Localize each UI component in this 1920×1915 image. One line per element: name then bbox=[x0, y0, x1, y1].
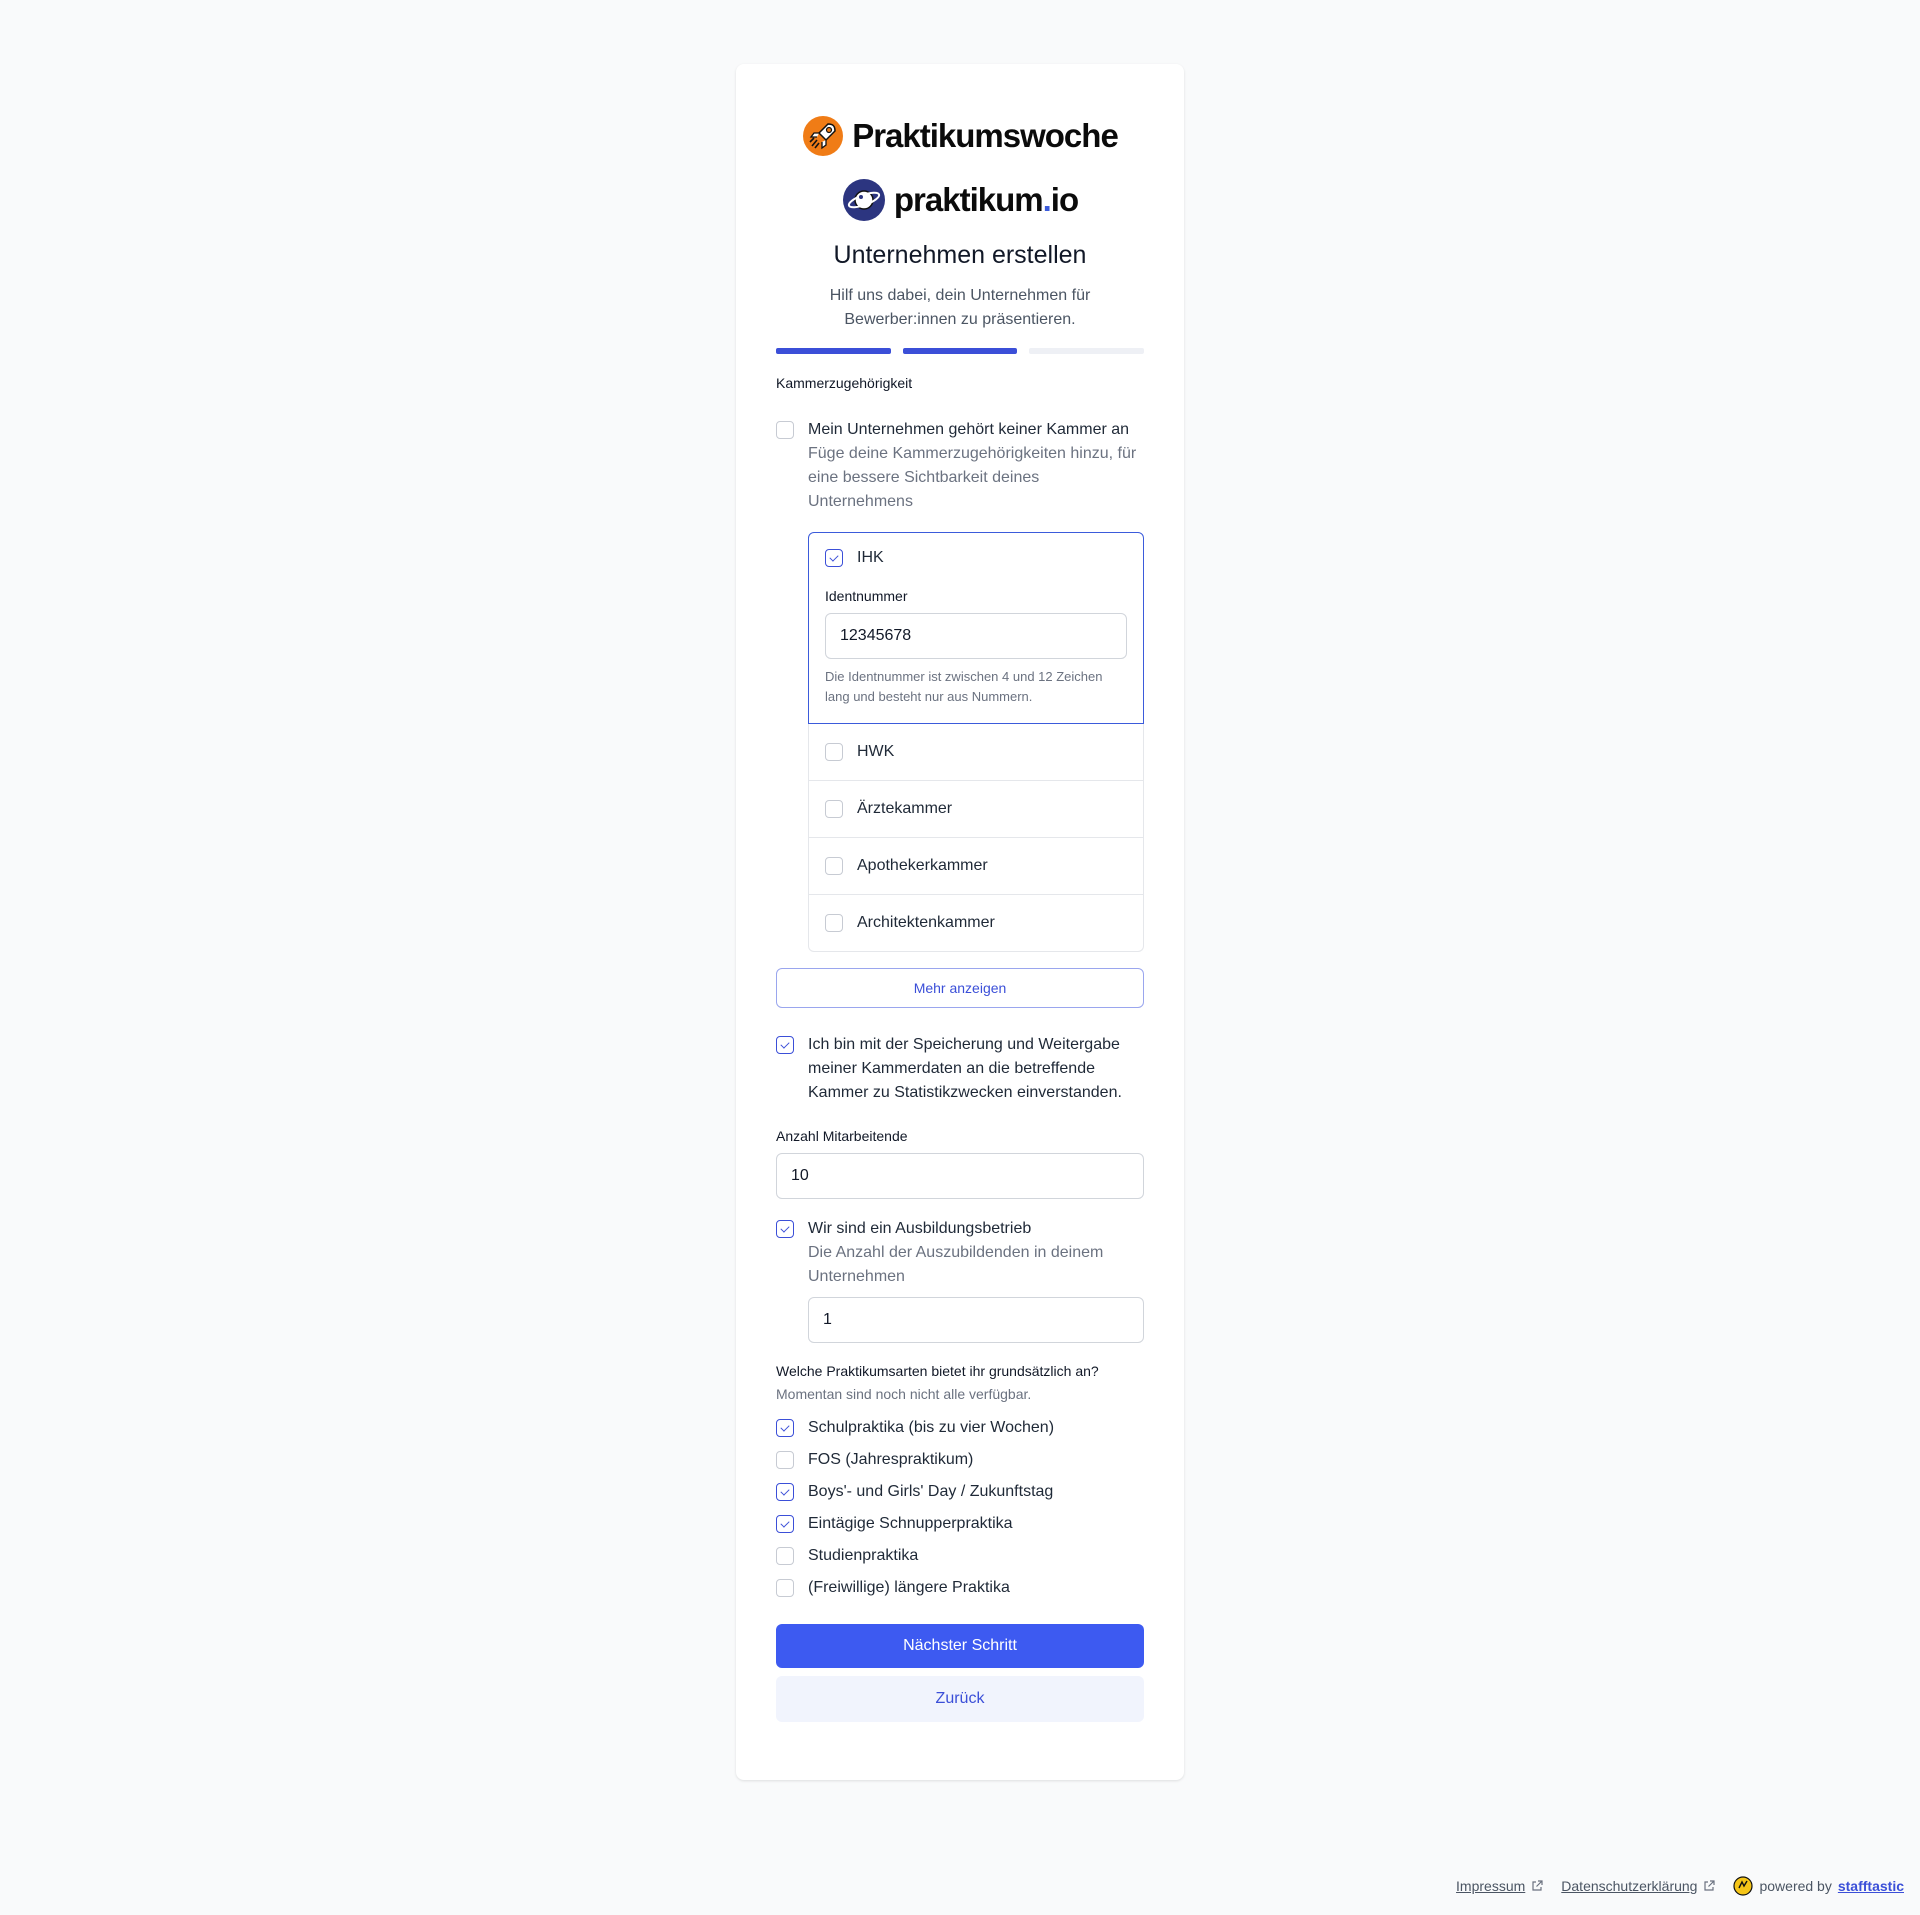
no-kammer-label: Mein Unternehmen gehört keiner Kammer an bbox=[808, 421, 1130, 438]
progress-step-1 bbox=[776, 348, 891, 354]
page-footer: Impressum Datenschutzerklärung powered b… bbox=[1456, 1876, 1904, 1896]
type-option-schulpraktika[interactable]: Schulpraktika (bis zu vier Wochen) bbox=[776, 1416, 1144, 1440]
types-label: Welche Praktikumsarten bietet ihr grunds… bbox=[776, 1363, 1099, 1379]
rocket-logo-icon bbox=[803, 116, 844, 156]
brand2-dot: . bbox=[1042, 181, 1052, 218]
ihk-header[interactable]: IHK bbox=[825, 549, 1127, 567]
step-progress bbox=[776, 348, 1145, 354]
architektenkammer-checkbox[interactable] bbox=[825, 914, 843, 932]
praktikum-types-list: Schulpraktika (bis zu vier Wochen) FOS (… bbox=[776, 1416, 1144, 1600]
kammer-item-apothekerkammer[interactable]: Apothekerkammer bbox=[808, 838, 1144, 895]
apprentices-input[interactable]: 1 bbox=[808, 1297, 1144, 1343]
brand2-tld: io bbox=[1050, 181, 1079, 218]
kammer-item-hwk[interactable]: HWK bbox=[808, 724, 1144, 781]
type-option-boys-girls-day[interactable]: Boys'- und Girls' Day / Zukunftstag bbox=[776, 1480, 1144, 1504]
training-checkbox[interactable] bbox=[776, 1220, 794, 1238]
progress-step-2 bbox=[902, 348, 1018, 354]
employees-label: Anzahl Mitarbeitende bbox=[776, 1128, 908, 1144]
studienpraktika-label: Studienpraktika bbox=[808, 1547, 919, 1564]
show-more-button[interactable]: Mehr anzeigen bbox=[776, 968, 1144, 1008]
powered-by: powered by stafftastic bbox=[1733, 1876, 1904, 1896]
kammer-list: IHK Identnummer 12345678 Die Identnummer… bbox=[808, 532, 1144, 952]
identnummer-input[interactable]: 12345678 bbox=[825, 613, 1127, 659]
powered-by-label: powered by bbox=[1759, 1878, 1832, 1894]
apothekerkammer-checkbox[interactable] bbox=[825, 857, 843, 875]
schnupperpraktika-checkbox[interactable] bbox=[776, 1515, 794, 1533]
schulpraktika-label: Schulpraktika (bis zu vier Wochen) bbox=[808, 1419, 1055, 1436]
brand-praktikum-io: praktikum.io bbox=[893, 181, 1079, 219]
consent-checkbox[interactable] bbox=[776, 1036, 794, 1054]
fos-label: FOS (Jahrespraktikum) bbox=[808, 1451, 974, 1468]
training-option[interactable]: Wir sind ein Ausbildungsbetrieb Die Anza… bbox=[776, 1217, 1144, 1289]
ihk-checkbox[interactable] bbox=[825, 549, 843, 567]
page-title: Unternehmen erstellen bbox=[833, 241, 1087, 269]
datenschutz-link[interactable]: Datenschutzerklärung bbox=[1561, 1878, 1716, 1894]
kammer-item-ihk: IHK Identnummer 12345678 Die Identnummer… bbox=[808, 532, 1144, 724]
datenschutz-label: Datenschutzerklärung bbox=[1561, 1878, 1698, 1894]
no-kammer-checkbox[interactable] bbox=[776, 421, 794, 439]
aerztekammer-checkbox[interactable] bbox=[825, 800, 843, 818]
praktikumswoche-logo: Praktikumswoche bbox=[776, 112, 1144, 160]
brand-praktikumswoche: Praktikumswoche bbox=[852, 117, 1119, 154]
consent-label: Ich bin mit der Speicherung und Weiterga… bbox=[808, 1036, 1122, 1101]
employees-input[interactable]: 10 bbox=[776, 1153, 1144, 1199]
praktikum-io-logo: praktikum.io bbox=[776, 176, 1144, 224]
type-option-schnupperpraktika[interactable]: Eintägige Schnupperpraktika bbox=[776, 1512, 1144, 1536]
training-help: Die Anzahl der Auszubildenden in deinem … bbox=[808, 1244, 1104, 1285]
ihk-label: IHK bbox=[857, 549, 884, 566]
page-subtitle: Hilf uns dabei, dein Unternehmen für Bew… bbox=[829, 287, 1091, 328]
boys-girls-day-checkbox[interactable] bbox=[776, 1483, 794, 1501]
identnummer-label: Identnummer bbox=[825, 588, 908, 604]
apothekerkammer-label: Apothekerkammer bbox=[857, 857, 988, 874]
identnummer-help: Die Identnummer ist zwischen 4 und 12 Ze… bbox=[825, 669, 1103, 704]
next-step-button[interactable]: Nächster Schritt bbox=[776, 1624, 1144, 1668]
laengere-praktika-checkbox[interactable] bbox=[776, 1579, 794, 1597]
schnupperpraktika-label: Eintägige Schnupperpraktika bbox=[808, 1515, 1013, 1532]
planet-logo-icon bbox=[842, 179, 885, 221]
laengere-praktika-label: (Freiwillige) längere Praktika bbox=[808, 1579, 1010, 1596]
architektenkammer-label: Architektenkammer bbox=[857, 914, 995, 931]
types-help: Momentan sind noch nicht alle verfügbar. bbox=[776, 1386, 1032, 1402]
schulpraktika-checkbox[interactable] bbox=[776, 1419, 794, 1437]
type-option-fos[interactable]: FOS (Jahrespraktikum) bbox=[776, 1448, 1144, 1472]
brand2-main: praktikum bbox=[893, 181, 1044, 218]
kammer-help-text: Füge deine Kammerzugehörigkeiten hinzu, … bbox=[808, 445, 1137, 510]
external-link-icon bbox=[1704, 1880, 1716, 1891]
progress-step-3 bbox=[1029, 348, 1145, 354]
impressum-link[interactable]: Impressum bbox=[1456, 1878, 1543, 1894]
external-link-icon bbox=[1532, 1880, 1543, 1891]
boys-girls-day-label: Boys'- und Girls' Day / Zukunftstag bbox=[808, 1483, 1054, 1500]
fos-checkbox[interactable] bbox=[776, 1451, 794, 1469]
consent-option[interactable]: Ich bin mit der Speicherung und Weiterga… bbox=[776, 1033, 1144, 1105]
type-option-laengere-praktika[interactable]: (Freiwillige) längere Praktika bbox=[776, 1576, 1144, 1600]
signup-card: Praktikumswoche praktikum.io Unternehmen… bbox=[736, 64, 1184, 1780]
kammer-section-label: Kammerzugehörigkeit bbox=[776, 375, 913, 391]
training-label: Wir sind ein Ausbildungsbetrieb bbox=[808, 1220, 1032, 1237]
kammer-item-architektenkammer[interactable]: Architektenkammer bbox=[808, 895, 1144, 952]
hwk-label: HWK bbox=[857, 743, 895, 760]
type-option-studienpraktika[interactable]: Studienpraktika bbox=[776, 1544, 1144, 1568]
stafftastic-logo-icon bbox=[1733, 1876, 1754, 1896]
studienpraktika-checkbox[interactable] bbox=[776, 1547, 794, 1565]
kammer-item-aerztekammer[interactable]: Ärztekammer bbox=[808, 781, 1144, 838]
hwk-checkbox[interactable] bbox=[825, 743, 843, 761]
back-button[interactable]: Zurück bbox=[776, 1676, 1144, 1722]
aerztekammer-label: Ärztekammer bbox=[857, 800, 953, 817]
no-kammer-option[interactable]: Mein Unternehmen gehört keiner Kammer an… bbox=[776, 418, 1144, 514]
impressum-label: Impressum bbox=[1456, 1878, 1526, 1894]
stafftastic-link[interactable]: stafftastic bbox=[1838, 1878, 1904, 1894]
